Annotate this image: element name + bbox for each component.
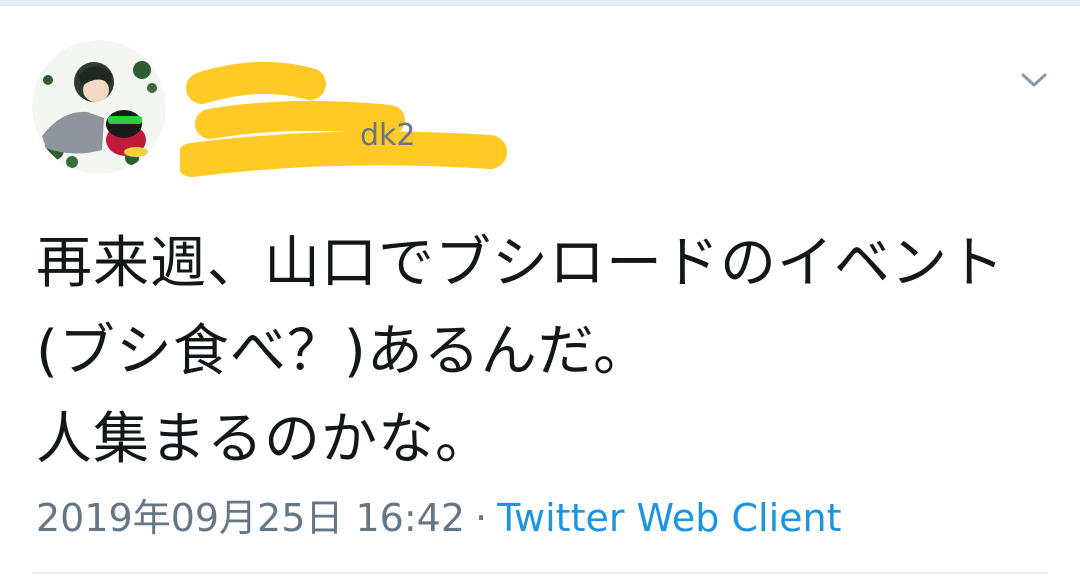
tweet-text: 再来週、山口でブシロードのイベント(ブシ食べ？)あるんだ。 人集まるのかな。 bbox=[36, 231, 1005, 472]
bottom-divider bbox=[32, 572, 1048, 574]
author-handle: dk2 bbox=[360, 118, 416, 153]
tweet-timestamp[interactable]: 2019年09月25日 16:42 bbox=[36, 496, 465, 540]
top-divider bbox=[0, 0, 1080, 6]
client-link[interactable]: Twitter Web Client bbox=[497, 496, 841, 540]
meta-separator: · bbox=[475, 496, 488, 540]
tweet-meta: 2019年09月25日 16:42 · Twitter Web Client bbox=[36, 492, 841, 544]
redaction-overlay bbox=[180, 61, 507, 177]
user-avatar[interactable] bbox=[32, 40, 166, 174]
avatar-illustration bbox=[42, 61, 157, 168]
chevron-down-icon bbox=[1021, 73, 1047, 87]
tweet-menu-button[interactable] bbox=[1012, 62, 1056, 98]
